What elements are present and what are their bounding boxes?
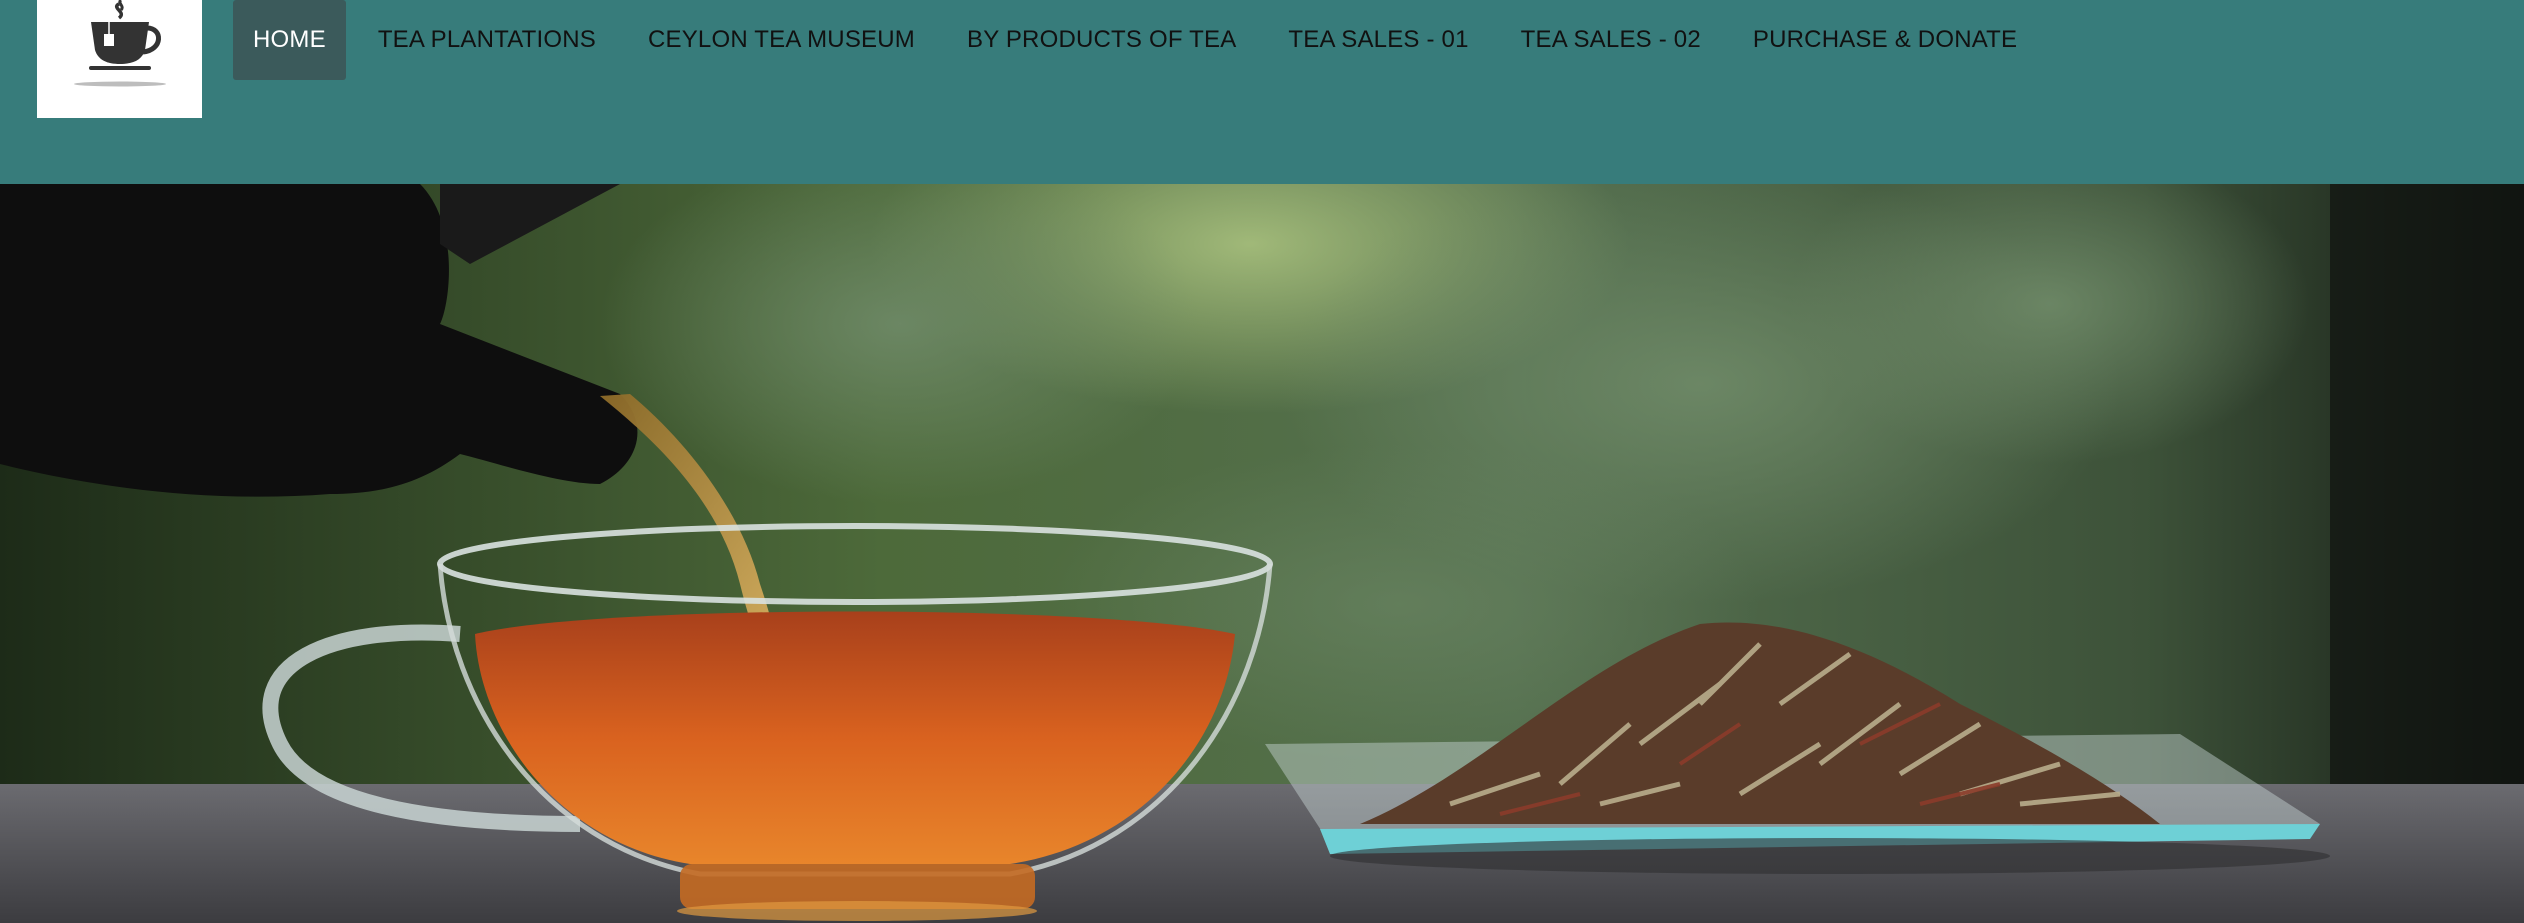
nav-tea-sales-02[interactable]: TEA SALES - 02 bbox=[1501, 0, 1721, 80]
nav-purchase-donate[interactable]: PURCHASE & DONATE bbox=[1733, 0, 2037, 80]
nav-by-products-of-tea[interactable]: BY PRODUCTS OF TEA bbox=[947, 0, 1256, 80]
top-navigation-bar: HOME TEA PLANTATIONS CEYLON TEA MUSEUM B… bbox=[0, 0, 2524, 184]
main-nav: HOME TEA PLANTATIONS CEYLON TEA MUSEUM B… bbox=[233, 0, 2049, 80]
nav-home[interactable]: HOME bbox=[233, 0, 346, 80]
site-logo[interactable] bbox=[37, 0, 202, 118]
nav-ceylon-tea-museum[interactable]: CEYLON TEA MUSEUM bbox=[628, 0, 935, 80]
tea-cup-icon bbox=[74, 0, 166, 87]
nav-tea-sales-01[interactable]: TEA SALES - 01 bbox=[1268, 0, 1488, 80]
hero-banner-image bbox=[0, 184, 2524, 923]
nav-tea-plantations[interactable]: TEA PLANTATIONS bbox=[358, 0, 616, 80]
